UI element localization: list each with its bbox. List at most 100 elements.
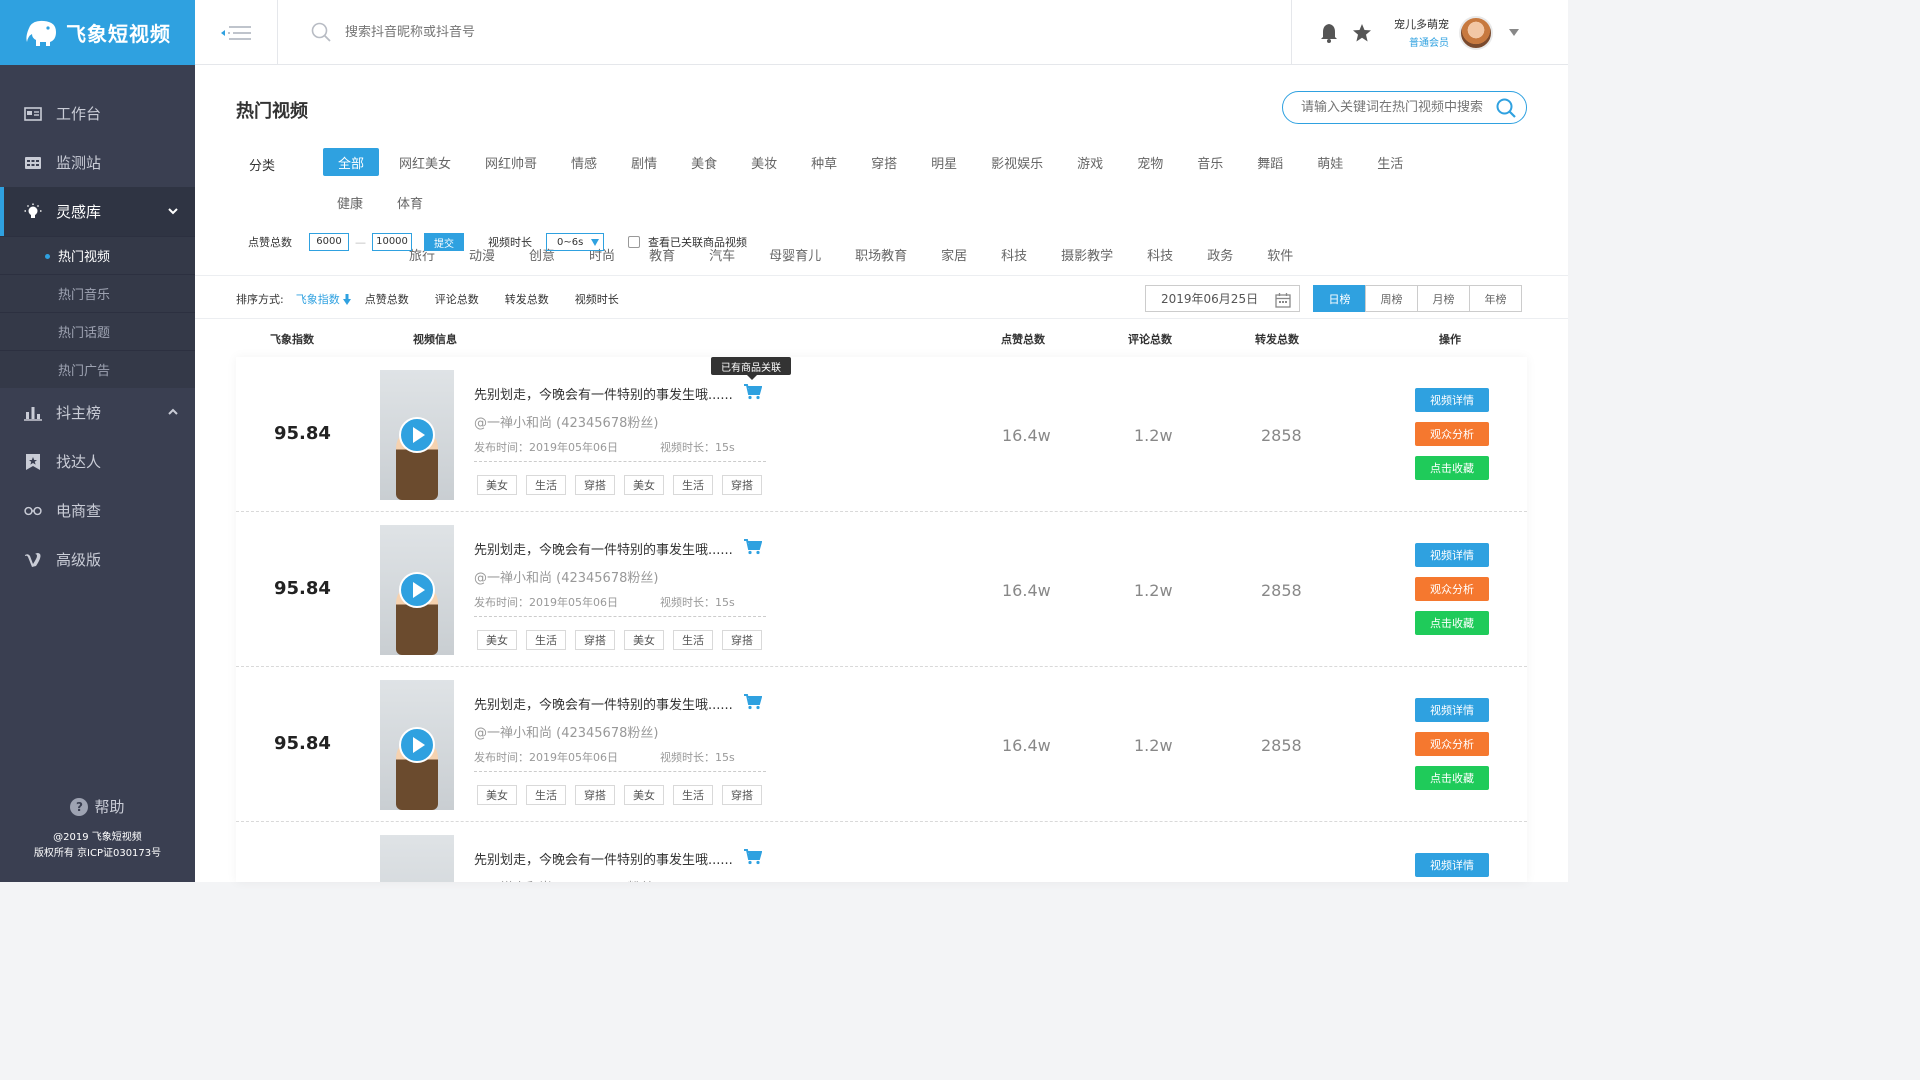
video-author[interactable]: @一禅小和尚 (42345678粉丝) xyxy=(474,877,658,882)
audience-analysis-button[interactable]: 观众分析 xyxy=(1415,577,1489,601)
audience-analysis-button[interactable]: 观众分析 xyxy=(1415,422,1489,446)
play-icon[interactable] xyxy=(399,572,435,608)
top-search-input[interactable] xyxy=(345,24,645,40)
video-tag[interactable]: 生活 xyxy=(673,475,713,495)
collect-button[interactable]: 点击收藏 xyxy=(1415,456,1489,480)
category-tag[interactable]: 政务 xyxy=(1193,240,1247,268)
submenu-item-hot-videos[interactable]: 热门视频 xyxy=(0,236,195,274)
shopping-cart-icon[interactable] xyxy=(744,539,762,555)
linked-products-checkbox[interactable] xyxy=(628,236,640,248)
shopping-cart-icon[interactable] xyxy=(744,384,762,400)
category-tag[interactable]: 体育 xyxy=(383,188,437,216)
submenu-item-hot-topics[interactable]: 热门话题 xyxy=(0,312,195,350)
video-thumbnail[interactable] xyxy=(380,525,454,655)
video-detail-button[interactable]: 视频详情 xyxy=(1415,543,1489,567)
sidebar-item-workbench[interactable]: 工作台 xyxy=(0,89,195,138)
video-tag[interactable]: 美女 xyxy=(477,630,517,650)
duration-select[interactable]: 0~6s xyxy=(546,233,604,251)
search-icon[interactable] xyxy=(1496,98,1516,118)
category-tag[interactable]: 科技 xyxy=(987,240,1041,268)
video-tag[interactable]: 美女 xyxy=(624,785,664,805)
category-tag[interactable]: 剧情 xyxy=(617,148,671,176)
category-tag[interactable]: 网红帅哥 xyxy=(471,148,551,176)
sidebar-item-monitor[interactable]: 监测站 xyxy=(0,138,195,187)
video-tag[interactable]: 美女 xyxy=(624,475,664,495)
collect-button[interactable]: 点击收藏 xyxy=(1415,766,1489,790)
sidebar-item-premium[interactable]: 高级版 xyxy=(0,535,195,584)
category-tag[interactable]: 美妆 xyxy=(737,148,791,176)
shopping-cart-icon[interactable] xyxy=(744,694,762,710)
video-author[interactable]: @一禅小和尚 (42345678粉丝) xyxy=(474,722,658,741)
play-icon[interactable] xyxy=(399,727,435,763)
video-tag[interactable]: 美女 xyxy=(477,475,517,495)
category-tag[interactable]: 网红美女 xyxy=(385,148,465,176)
sidebar-item-inspiration[interactable]: 灵感库 xyxy=(0,187,195,236)
category-tag[interactable]: 音乐 xyxy=(1183,148,1237,176)
category-tag[interactable]: 健康 xyxy=(323,188,377,216)
category-tag[interactable]: 家居 xyxy=(927,240,981,268)
video-tag[interactable]: 穿搭 xyxy=(575,630,615,650)
category-tag[interactable]: 舞蹈 xyxy=(1243,148,1297,176)
sidebar-item-find-talent[interactable]: 找达人 xyxy=(0,437,195,486)
video-tag[interactable]: 生活 xyxy=(526,475,566,495)
shopping-cart-icon[interactable] xyxy=(744,849,762,865)
category-tag[interactable]: 明星 xyxy=(917,148,971,176)
category-tag[interactable]: 软件 xyxy=(1253,240,1307,268)
category-tag[interactable]: 影视娱乐 xyxy=(977,148,1057,176)
category-tag[interactable]: 全部 xyxy=(323,148,380,176)
star-icon[interactable] xyxy=(1352,23,1372,43)
category-tag[interactable]: 母婴育儿 xyxy=(755,240,835,268)
tab-monthly[interactable]: 月榜 xyxy=(1417,285,1470,312)
sort-option-duration[interactable]: 视频时长 xyxy=(575,291,619,307)
user-info[interactable]: 宠儿多萌宠 普通会员 xyxy=(1394,16,1449,49)
video-tag[interactable]: 穿搭 xyxy=(575,785,615,805)
caret-down-icon[interactable] xyxy=(1509,29,1519,36)
sort-option-shares[interactable]: 转发总数 xyxy=(505,291,549,307)
category-tag[interactable]: 美食 xyxy=(677,148,731,176)
sidebar-item-douyin-ranking[interactable]: 抖主榜 xyxy=(0,388,195,437)
video-tag[interactable]: 美女 xyxy=(477,785,517,805)
tab-weekly[interactable]: 周榜 xyxy=(1365,285,1418,312)
avatar[interactable] xyxy=(1459,15,1493,50)
date-picker[interactable]: 2019年06月25日 xyxy=(1145,285,1300,312)
audience-analysis-button[interactable]: 观众分析 xyxy=(1415,732,1489,756)
likes-max-input[interactable]: 10000 xyxy=(372,233,412,251)
video-tag[interactable]: 穿搭 xyxy=(575,475,615,495)
video-tag[interactable]: 生活 xyxy=(526,630,566,650)
play-icon[interactable] xyxy=(399,417,435,453)
help-link[interactable]: ? 帮助 xyxy=(0,796,195,817)
video-detail-button[interactable]: 视频详情 xyxy=(1415,853,1489,877)
video-author[interactable]: @一禅小和尚 (42345678粉丝) xyxy=(474,412,658,431)
category-tag[interactable]: 游戏 xyxy=(1063,148,1117,176)
video-tag[interactable]: 生活 xyxy=(526,785,566,805)
video-title[interactable]: 先别划走，今晚会有一件特别的事发生哦...... xyxy=(474,694,733,713)
video-detail-button[interactable]: 视频详情 xyxy=(1415,388,1489,412)
video-tag[interactable]: 穿搭 xyxy=(722,630,762,650)
submenu-item-hot-music[interactable]: 热门音乐 xyxy=(0,274,195,312)
category-tag[interactable]: 宠物 xyxy=(1123,148,1177,176)
menu-toggle-button[interactable] xyxy=(195,0,278,65)
video-tag[interactable]: 穿搭 xyxy=(722,475,762,495)
hot-video-search-input[interactable] xyxy=(1301,100,1491,115)
video-title[interactable]: 先别划走，今晚会有一件特别的事发生哦...... xyxy=(474,849,733,868)
category-tag[interactable]: 萌娃 xyxy=(1303,148,1357,176)
likes-min-input[interactable]: 6000 xyxy=(309,233,349,251)
submenu-item-hot-ads[interactable]: 热门广告 xyxy=(0,350,195,388)
category-tag[interactable]: 情感 xyxy=(557,148,611,176)
video-detail-button[interactable]: 视频详情 xyxy=(1415,698,1489,722)
video-thumbnail[interactable] xyxy=(380,370,454,500)
sort-option-feixiang-index[interactable]: 飞象指数 xyxy=(296,291,351,307)
video-thumbnail[interactable] xyxy=(380,680,454,810)
sidebar-item-ecommerce[interactable]: 电商查 xyxy=(0,486,195,535)
video-tag[interactable]: 生活 xyxy=(673,785,713,805)
video-thumbnail[interactable] xyxy=(380,835,454,882)
category-tag[interactable]: 生活 xyxy=(1363,148,1417,176)
submit-button[interactable]: 提交 xyxy=(424,233,464,251)
category-tag[interactable]: 穿搭 xyxy=(857,148,911,176)
sort-option-likes[interactable]: 点赞总数 xyxy=(365,291,409,307)
tab-daily[interactable]: 日榜 xyxy=(1313,285,1366,312)
collect-button[interactable]: 点击收藏 xyxy=(1415,611,1489,635)
category-tag[interactable]: 职场教育 xyxy=(841,240,921,268)
video-tag[interactable]: 穿搭 xyxy=(722,785,762,805)
bell-icon[interactable] xyxy=(1320,23,1338,43)
